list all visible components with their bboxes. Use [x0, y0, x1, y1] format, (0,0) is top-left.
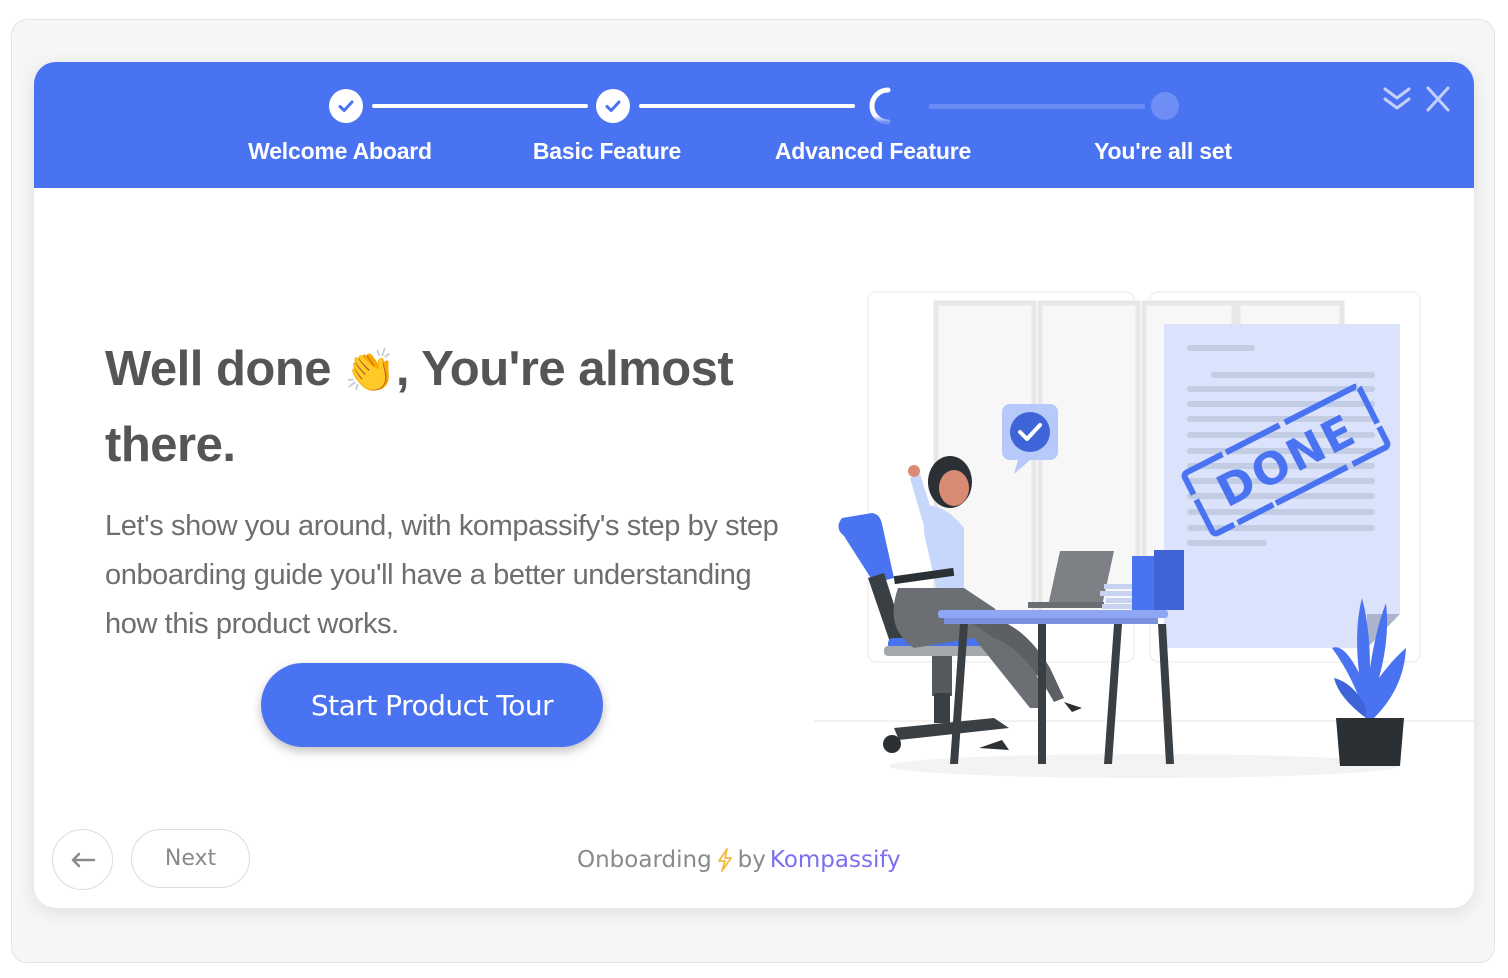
- laptop-base: [1028, 602, 1104, 608]
- step-label-basic[interactable]: Basic Feature: [533, 138, 681, 165]
- step-label-welcome[interactable]: Welcome Aboard: [248, 138, 432, 165]
- step-1-completed-dot[interactable]: [329, 89, 363, 123]
- step-2-completed-dot[interactable]: [596, 89, 630, 123]
- double-chevron-down-icon: [1383, 87, 1411, 110]
- back-button[interactable]: [52, 829, 113, 890]
- next-button[interactable]: Next: [131, 829, 250, 888]
- step-label-advanced[interactable]: Advanced Feature: [775, 138, 971, 165]
- chair-column: [932, 656, 952, 696]
- chair-column-lower: [934, 693, 950, 723]
- description-text: Let's show you around, with kompassify's…: [105, 510, 779, 640]
- step-connector-2: [639, 104, 855, 108]
- binder: [1154, 550, 1170, 610]
- floor-shadow: [889, 754, 1399, 778]
- kompassify-link[interactable]: Kompassify: [770, 847, 901, 873]
- woman-shoe: [1064, 702, 1082, 712]
- woman-face: [939, 470, 969, 506]
- check-circle-icon: [1010, 412, 1050, 452]
- desk-top: [938, 610, 1168, 618]
- page-title: Well done 👏, You're almost there.: [105, 332, 785, 483]
- progress-header: Welcome Aboard Basic Feature Advanced Fe…: [34, 62, 1474, 188]
- arrow-left-icon: [71, 852, 95, 867]
- step-4-upcoming-dot[interactable]: [1151, 92, 1179, 120]
- minimize-button[interactable]: [1380, 82, 1414, 116]
- chair-wheel: [883, 735, 901, 753]
- step-connector-1: [372, 104, 588, 108]
- step-label-all-set[interactable]: You're all set: [1094, 138, 1232, 165]
- lightning-bolt-icon: [717, 848, 732, 872]
- desk-edge: [944, 618, 1158, 624]
- powered-by-by: by: [737, 847, 766, 873]
- woman-hand: [908, 465, 920, 477]
- check-icon: [605, 100, 621, 112]
- desk-leg: [1038, 624, 1046, 764]
- close-button[interactable]: [1421, 82, 1455, 116]
- woman-shoe: [979, 740, 1009, 750]
- check-icon: [338, 100, 354, 112]
- onboarding-modal: Welcome Aboard Basic Feature Advanced Fe…: [34, 62, 1474, 908]
- powered-by-prefix: Onboarding: [577, 847, 712, 873]
- clapping-hands-icon: 👏: [344, 347, 396, 394]
- title-text-start: Well done: [105, 342, 345, 396]
- step-connector-3: [929, 104, 1145, 109]
- celebration-illustration: DONE: [814, 291, 1474, 778]
- plant-pot: [1336, 718, 1404, 766]
- binder: [1170, 550, 1184, 610]
- stepper: Welcome Aboard Basic Feature Advanced Fe…: [34, 62, 1474, 188]
- start-product-tour-button[interactable]: Start Product Tour: [261, 663, 603, 747]
- close-icon: [1426, 86, 1450, 112]
- powered-by: Onboarding by Kompassify: [577, 847, 901, 873]
- step-3-progress-spinner-icon[interactable]: [864, 86, 904, 126]
